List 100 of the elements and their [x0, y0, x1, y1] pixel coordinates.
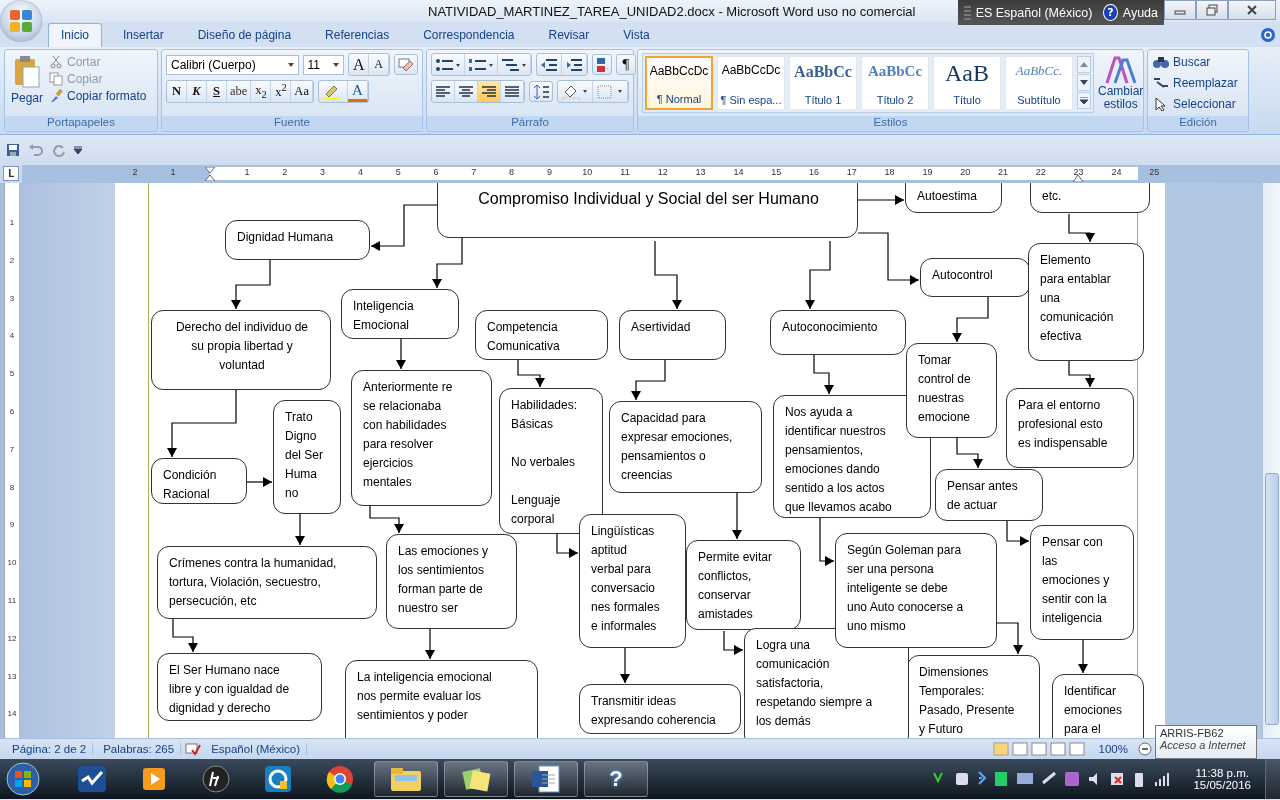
help-app-icon[interactable]: ? — [584, 761, 648, 797]
style-swatch[interactable]: AaBbCc. Subtítulo — [1005, 56, 1073, 110]
window-title: NATIVIDAD_MARTINEZ_TAREA_UNIDAD2.docx - Microsoft Word uso no comercial — [428, 4, 916, 19]
connector-arrow — [517, 359, 545, 388]
ruler-number: 4 — [356, 167, 364, 177]
concept-box: Asertividad — [619, 310, 726, 360]
language-label[interactable]: ES Español (México) — [975, 5, 1093, 20]
clock-date[interactable]: 15/05/2016 — [1193, 779, 1251, 791]
ruler-number: 12 — [656, 167, 669, 177]
ribbon-tab[interactable]: Insertar — [110, 23, 177, 47]
restore-button[interactable] — [1196, 0, 1228, 20]
sort-icon[interactable] — [592, 54, 612, 75]
drag-handle-icon[interactable] — [964, 5, 971, 20]
connector-arrow — [819, 517, 835, 566]
format-button[interactable]: Aa — [291, 81, 313, 102]
word-count[interactable]: Palabras: 265 — [97, 743, 182, 755]
tab-selector[interactable]: L — [3, 166, 19, 181]
font-family-field[interactable]: Calibri (Cuerpo) — [166, 54, 299, 75]
editing-button[interactable]: Buscar — [1152, 53, 1244, 70]
concept-box: Identificar emociones para el — [1052, 674, 1144, 738]
office-button[interactable] — [1, 1, 41, 41]
format-button[interactable]: x$_{2}$ — [251, 81, 272, 102]
ribbon-tab[interactable]: Vista — [610, 23, 663, 47]
format-button[interactable]: K — [187, 81, 207, 102]
style-swatch[interactable]: AaBbCc Título 2 — [861, 56, 929, 110]
concept-box: Para el entorno profesional esto es indispensable — [1006, 388, 1134, 468]
editing-button[interactable]: Reemplazar — [1152, 74, 1244, 91]
concept-box: La inteligencia emocional nos permite evaluar los sentimientos y poder — [345, 660, 538, 738]
scroll-down-icon[interactable] — [1077, 74, 1091, 91]
concept-box: Según Goleman para ser una persona inteligente se debe uno Auto conocerse a uno mismo — [835, 533, 997, 648]
vertical-scrollbar[interactable] — [1262, 183, 1280, 738]
style-swatch[interactable]: AaBbCc Título 1 — [789, 56, 857, 110]
group-title: Fuente — [162, 116, 422, 131]
format-button[interactable]: abe — [227, 81, 252, 102]
ruler-number: 2 — [281, 167, 289, 177]
proofing-icon[interactable] — [185, 742, 202, 756]
language-status[interactable]: Español (México) — [205, 743, 307, 755]
ruler-number: 19 — [921, 167, 934, 177]
replace-icon — [1152, 75, 1170, 90]
customize-icon[interactable] — [74, 146, 82, 154]
ruler-number: 3 — [8, 293, 16, 303]
help-icon[interactable] — [1260, 27, 1276, 43]
indent-marker[interactable] — [205, 167, 215, 181]
style-swatch[interactable]: AaBbCcDc ¶ Normal — [645, 56, 713, 110]
clock-time[interactable]: 11:38 p.m. — [1195, 767, 1249, 779]
save-icon[interactable] — [6, 143, 20, 157]
connector-arrow — [620, 647, 630, 684]
ruler-number: 3 — [319, 167, 327, 177]
start-button[interactable] — [6, 762, 40, 796]
page-count[interactable]: Página: 2 de 2 — [6, 743, 94, 755]
ruler-number: 8 — [8, 482, 16, 492]
show-marks-button[interactable]: ¶ — [616, 54, 636, 75]
zoom-level[interactable]: 100% — [1092, 743, 1134, 755]
help-label[interactable]: Ayuda — [1122, 5, 1158, 20]
ruler-number: 7 — [470, 167, 478, 177]
paste-button[interactable]: Pegar — [9, 53, 46, 113]
zoom-out-icon[interactable] — [1138, 742, 1152, 756]
binoculars-icon — [1152, 54, 1170, 69]
ribbon-tab[interactable]: Referencias — [312, 23, 403, 47]
format-button[interactable]: S — [207, 81, 227, 102]
minimize-button[interactable] — [1164, 0, 1196, 20]
ruler-number: 24 — [1110, 167, 1123, 177]
clipboard-action[interactable]: Copiar formato — [49, 89, 147, 103]
concept-box: Transmitir ideas expresando coherencia — [579, 684, 741, 734]
change-styles-button[interactable]: Cambiar estilos — [1098, 53, 1144, 113]
editing-button[interactable]: Seleccionar — [1152, 95, 1244, 112]
ruler-number: 2 — [8, 255, 16, 265]
font-size-field[interactable]: 11 — [302, 54, 345, 75]
clear-format-icon[interactable] — [394, 54, 418, 75]
ribbon-tab[interactable]: Revisar — [535, 23, 603, 47]
concept-box: Compromiso Individual y Social del ser Humano — [437, 183, 858, 238]
ribbon-tab[interactable]: Diseño de página — [184, 23, 305, 47]
align-right-icon — [481, 84, 497, 99]
concept-box: Autoestima — [905, 183, 1002, 213]
show-desktop-button[interactable] — [1265, 759, 1280, 799]
help-icon[interactable]: ? — [1103, 4, 1118, 21]
word-document-icon[interactable] — [514, 761, 578, 797]
notes-icon[interactable] — [444, 761, 508, 797]
line-spacing-icon[interactable] — [529, 81, 553, 102]
ribbon-tab[interactable]: Inicio — [48, 23, 102, 47]
ruler-number: 15 — [770, 167, 783, 177]
concept-box: El Ser Humano nace libre y con igualdad de dignidad y derecho — [157, 653, 322, 721]
ruler-number: 8 — [508, 167, 516, 177]
format-button[interactable]: N — [167, 81, 187, 102]
style-swatch[interactable]: AaBbCcDc ¶ Sin espa... — [717, 56, 785, 110]
style-swatch[interactable]: AaB Título — [933, 56, 1001, 110]
ribbon-tab[interactable]: Correspondencia — [410, 23, 528, 47]
format-button[interactable]: x$^{2}$ — [271, 81, 292, 102]
concept-box: Pensar antes de actuar — [935, 469, 1043, 521]
grow-font-button[interactable]: A — [349, 54, 370, 75]
group-title: Párrafo — [427, 116, 633, 131]
connector-arrow — [1006, 520, 1030, 546]
shrink-font-button[interactable]: A — [369, 54, 390, 75]
connector-arrow — [231, 259, 271, 310]
align-button[interactable] — [478, 81, 501, 102]
folder-icon[interactable] — [374, 761, 438, 797]
more-icon[interactable] — [1077, 92, 1091, 109]
group-title: Portapapeles — [5, 116, 157, 131]
close-button[interactable] — [1228, 0, 1276, 20]
brush-icon — [49, 89, 64, 103]
